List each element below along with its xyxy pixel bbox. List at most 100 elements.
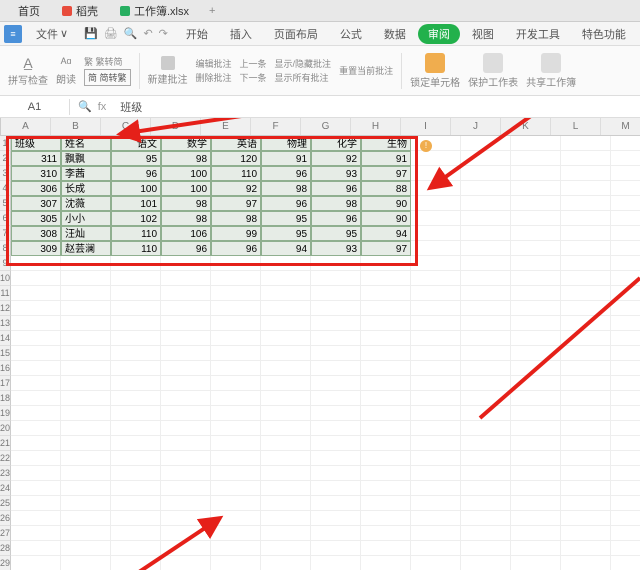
cell[interactable]: 94 [261, 241, 311, 256]
cell[interactable] [561, 376, 611, 391]
cell[interactable]: 101 [111, 196, 161, 211]
cell[interactable] [561, 181, 611, 196]
cells-grid[interactable]: 班级姓名语文数学英语物理化学生物311飘飘9598120919291310李茜9… [11, 136, 640, 570]
cell[interactable] [111, 406, 161, 421]
cell[interactable] [111, 361, 161, 376]
cell[interactable]: 物理 [261, 136, 311, 151]
cell[interactable]: 语文 [111, 136, 161, 151]
cell[interactable] [611, 301, 640, 316]
cell[interactable]: 90 [361, 196, 411, 211]
cell[interactable] [361, 451, 411, 466]
ribbon-trad-to-simp[interactable]: 繁 繁转简 [84, 55, 131, 68]
cell[interactable] [11, 271, 61, 286]
cell[interactable]: 96 [311, 211, 361, 226]
cell[interactable] [411, 421, 461, 436]
cell[interactable] [311, 391, 361, 406]
cell[interactable] [461, 451, 511, 466]
cell[interactable] [11, 301, 61, 316]
cell[interactable]: 307 [11, 196, 61, 211]
cell[interactable] [161, 481, 211, 496]
cell[interactable] [511, 241, 561, 256]
cell[interactable] [261, 256, 311, 271]
cell[interactable] [461, 556, 511, 570]
cell[interactable] [411, 376, 461, 391]
cell[interactable]: 106 [161, 226, 211, 241]
cell[interactable] [11, 391, 61, 406]
cell[interactable]: 92 [311, 151, 361, 166]
cell[interactable] [561, 361, 611, 376]
cell[interactable] [211, 391, 261, 406]
cell[interactable] [311, 361, 361, 376]
cell[interactable] [361, 301, 411, 316]
row-header[interactable]: 9 [0, 256, 11, 271]
cell[interactable] [111, 256, 161, 271]
cell[interactable]: 99 [211, 226, 261, 241]
cell[interactable] [311, 406, 361, 421]
col-header-C[interactable]: C [101, 118, 151, 135]
cell[interactable] [611, 196, 640, 211]
cell[interactable] [11, 421, 61, 436]
cell[interactable] [361, 406, 411, 421]
cell[interactable] [561, 241, 611, 256]
cell[interactable] [261, 526, 311, 541]
cell[interactable] [461, 226, 511, 241]
cell[interactable] [261, 391, 311, 406]
cell[interactable] [461, 271, 511, 286]
cell[interactable] [11, 286, 61, 301]
row-header[interactable]: 23 [0, 466, 11, 481]
row-header[interactable]: 28 [0, 541, 11, 556]
cell[interactable]: 88 [361, 181, 411, 196]
cell[interactable] [211, 286, 261, 301]
cell[interactable] [311, 481, 361, 496]
row-header[interactable]: 16 [0, 361, 11, 376]
cell[interactable] [111, 421, 161, 436]
cell[interactable] [411, 151, 461, 166]
cell[interactable] [211, 481, 261, 496]
cell[interactable] [61, 526, 111, 541]
cell[interactable] [211, 256, 261, 271]
row-header[interactable]: 11 [0, 286, 11, 301]
cell[interactable]: 94 [361, 226, 411, 241]
ribbon-delete-comment[interactable]: 删除批注 [196, 71, 232, 84]
cell[interactable] [61, 421, 111, 436]
cell[interactable] [211, 316, 261, 331]
row-header[interactable]: 21 [0, 436, 11, 451]
cell[interactable] [611, 331, 640, 346]
cell[interactable] [211, 301, 261, 316]
cell[interactable] [311, 496, 361, 511]
cell[interactable] [11, 541, 61, 556]
cell[interactable] [311, 421, 361, 436]
cell[interactable]: 95 [311, 226, 361, 241]
cell[interactable] [361, 436, 411, 451]
cell[interactable] [111, 481, 161, 496]
cell[interactable] [211, 346, 261, 361]
row-header[interactable]: 19 [0, 406, 11, 421]
cell[interactable] [411, 286, 461, 301]
cell[interactable] [111, 556, 161, 570]
cell[interactable] [411, 136, 461, 151]
row-header[interactable]: 27 [0, 526, 11, 541]
cell[interactable]: 沈薇 [61, 196, 111, 211]
cell[interactable] [461, 331, 511, 346]
cell[interactable]: 96 [111, 166, 161, 181]
cell[interactable] [511, 556, 561, 570]
warning-badge-icon[interactable]: ! [420, 140, 432, 152]
cell[interactable]: 93 [311, 166, 361, 181]
cell[interactable] [611, 391, 640, 406]
cell[interactable] [611, 451, 640, 466]
cell[interactable]: 100 [161, 166, 211, 181]
cell[interactable] [61, 331, 111, 346]
cell[interactable] [211, 406, 261, 421]
cell[interactable] [161, 466, 211, 481]
cell[interactable] [611, 256, 640, 271]
cell[interactable] [511, 196, 561, 211]
cell[interactable] [261, 376, 311, 391]
cell[interactable] [611, 271, 640, 286]
cell[interactable] [411, 196, 461, 211]
cell[interactable] [311, 541, 361, 556]
cell[interactable]: 305 [11, 211, 61, 226]
cell[interactable] [611, 481, 640, 496]
cell[interactable] [411, 406, 461, 421]
cell[interactable]: 100 [161, 181, 211, 196]
cell[interactable] [361, 256, 411, 271]
